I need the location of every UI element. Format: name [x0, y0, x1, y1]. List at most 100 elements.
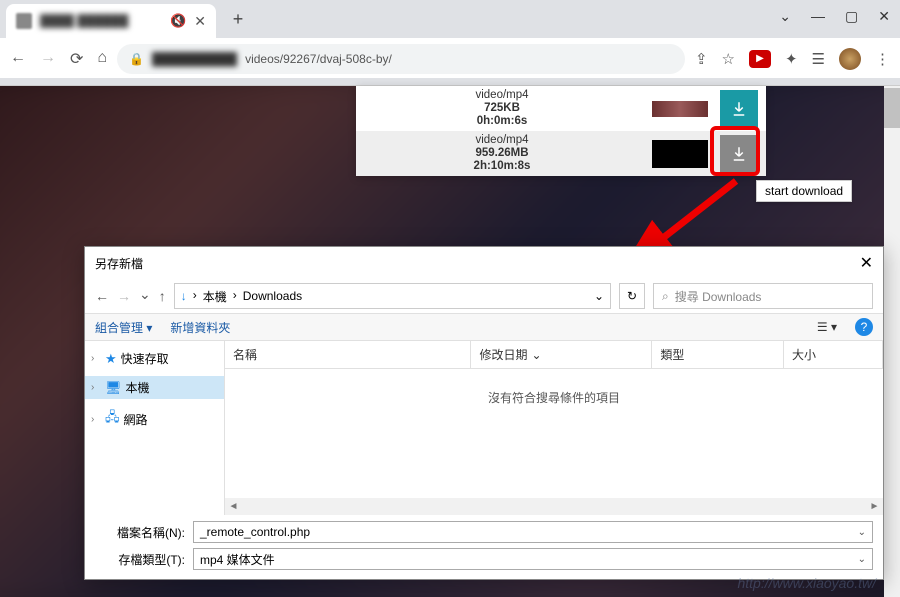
download-mime: video/mp4 — [364, 89, 640, 102]
download-popup: video/mp4 725KB 0h:0m:6s video/mp4 959.2… — [356, 86, 766, 176]
maximize-icon[interactable]: ▢ — [845, 8, 858, 25]
path-input[interactable]: ↓ › 本機 › Downloads ⌄ — [174, 283, 611, 309]
search-placeholder: 搜尋 Downloads — [675, 288, 762, 305]
expand-icon[interactable]: › — [91, 382, 101, 393]
search-input[interactable]: ⌕ 搜尋 Downloads — [653, 283, 873, 309]
nav-buttons: ← → ⟳ ⌂ — [10, 49, 107, 69]
download-size: 725KB — [364, 102, 640, 115]
download-button[interactable] — [720, 90, 758, 128]
filetype-row: 存檔類型(T): mp4 媒体文件 ⌄ — [95, 548, 873, 570]
page-scrollbar[interactable] — [884, 86, 900, 597]
download-mime: video/mp4 — [364, 134, 640, 147]
close-window-icon[interactable]: ✕ — [878, 8, 890, 25]
extensions-icon[interactable]: ✦ — [785, 50, 798, 68]
url-path: videos/92267/dvaj-508c-by/ — [245, 52, 392, 66]
col-size[interactable]: 大小 — [784, 341, 883, 368]
network-icon: 🖧 — [105, 408, 120, 430]
refresh-button[interactable]: ↻ — [619, 283, 645, 309]
download-icon — [730, 100, 748, 118]
url-domain: ██████████ — [152, 52, 237, 66]
dialog-toolbar: 組合管理 ▾ 新增資料夾 ☰ ▾ ? — [85, 313, 883, 341]
pc-icon: 🖥 — [105, 380, 122, 396]
folder-tree: › ★ 快速存取 › 🖥 本機 › 🖧 網路 — [85, 341, 225, 515]
organize-menu[interactable]: 組合管理 ▾ — [95, 319, 152, 336]
up-icon[interactable]: ↑ — [159, 288, 166, 305]
reload-icon[interactable]: ⟳ — [70, 49, 83, 69]
dialog-nav: ← → ⌄ ↑ ↓ › 本機 › Downloads ⌄ ↻ ⌕ 搜尋 Down… — [85, 279, 883, 313]
close-tab-icon[interactable]: ✕ — [194, 13, 206, 30]
menu-icon[interactable]: ⋮ — [875, 50, 890, 68]
download-info: video/mp4 959.26MB 2h:10m:8s — [364, 134, 640, 174]
tree-this-pc[interactable]: › 🖥 本機 — [85, 376, 224, 399]
pc-icon: ↓ — [181, 289, 187, 303]
download-icon — [730, 145, 748, 163]
col-type[interactable]: 類型 — [652, 341, 784, 368]
filename-label: 檔案名稱(N): — [95, 524, 185, 541]
new-tab-button[interactable]: + — [224, 5, 252, 33]
dialog-fields: 檔案名稱(N): _remote_control.php ⌄ 存檔類型(T): … — [85, 515, 883, 579]
sort-desc-icon: ⌄ — [531, 348, 541, 362]
view-options-icon[interactable]: ☰ ▾ — [817, 320, 837, 334]
scroll-left-icon[interactable]: ◄ — [225, 501, 242, 512]
empty-message: 沒有符合搜尋條件的項目 — [225, 369, 883, 498]
path-root: 本機 — [203, 288, 227, 305]
minimize-icon[interactable]: — — [811, 8, 825, 25]
tab-bar: ████ ██████ 🔇 ✕ + — [0, 0, 900, 38]
download-thumbnail — [652, 140, 708, 168]
tree-label: 網路 — [124, 411, 148, 428]
tree-quick-access[interactable]: › ★ 快速存取 — [85, 347, 224, 370]
avatar-icon[interactable] — [839, 48, 861, 70]
filetype-value: mp4 媒体文件 — [200, 551, 275, 568]
extension-youtube-icon[interactable]: ▶ — [749, 50, 771, 68]
scroll-right-icon[interactable]: ► — [866, 501, 883, 512]
dropdown-icon[interactable]: ⌄ — [858, 527, 866, 538]
filetype-select[interactable]: mp4 媒体文件 ⌄ — [193, 548, 873, 570]
list-header: 名稱 修改日期⌄ 類型 大小 — [225, 341, 883, 369]
dialog-titlebar: 另存新檔 ✕ — [85, 247, 883, 279]
col-name[interactable]: 名稱 — [225, 341, 471, 368]
favicon-icon — [16, 13, 32, 29]
back-icon[interactable]: ← — [95, 288, 109, 305]
path-folder: Downloads — [243, 289, 302, 303]
home-icon[interactable]: ⌂ — [97, 49, 107, 69]
help-icon[interactable]: ? — [855, 318, 873, 336]
chevron-right-icon: › — [233, 288, 237, 302]
download-button[interactable] — [720, 135, 758, 173]
tree-network[interactable]: › 🖧 網路 — [85, 405, 224, 433]
chevron-down-icon[interactable]: ⌄ — [779, 8, 791, 25]
path-dropdown-icon[interactable]: ⌄ — [594, 289, 604, 303]
chevron-right-icon: › — [193, 288, 197, 302]
share-icon[interactable]: ⇪ — [695, 50, 708, 68]
dropdown-icon[interactable]: ⌄ — [858, 554, 866, 565]
lock-icon: 🔒 — [129, 52, 144, 66]
download-item[interactable]: video/mp4 959.26MB 2h:10m:8s — [356, 131, 766, 176]
filetype-label: 存檔類型(T): — [95, 551, 185, 568]
url-input[interactable]: 🔒 ██████████ videos/92267/dvaj-508c-by/ — [117, 44, 685, 74]
file-list: 名稱 修改日期⌄ 類型 大小 沒有符合搜尋條件的項目 ◄ ► — [225, 341, 883, 515]
download-size: 959.26MB — [364, 147, 640, 160]
download-duration: 2h:10m:8s — [364, 160, 640, 173]
dialog-title: 另存新檔 — [95, 255, 143, 272]
save-as-dialog: 另存新檔 ✕ ← → ⌄ ↑ ↓ › 本機 › Downloads ⌄ ↻ ⌕ … — [84, 246, 884, 580]
tree-label: 本機 — [126, 379, 150, 396]
col-date[interactable]: 修改日期⌄ — [471, 341, 652, 368]
back-icon[interactable]: ← — [10, 49, 26, 69]
horizontal-scrollbar[interactable]: ◄ ► — [225, 498, 883, 515]
browser-tab[interactable]: ████ ██████ 🔇 ✕ — [6, 4, 216, 38]
tab-title: ████ ██████ — [40, 14, 162, 28]
window-controls: ⌄ — ▢ ✕ — [779, 8, 890, 25]
reading-list-icon[interactable]: ☰ — [812, 50, 825, 68]
expand-icon[interactable]: › — [91, 414, 101, 425]
speaker-muted-icon[interactable]: 🔇 — [170, 13, 186, 29]
star-icon: ★ — [105, 351, 117, 367]
filename-input[interactable]: _remote_control.php ⌄ — [193, 521, 873, 543]
close-dialog-icon[interactable]: ✕ — [860, 253, 873, 273]
recent-icon[interactable]: ⌄ — [139, 286, 151, 303]
new-folder-button[interactable]: 新增資料夾 — [170, 319, 230, 336]
filename-row: 檔案名稱(N): _remote_control.php ⌄ — [95, 521, 873, 543]
bookmark-icon[interactable]: ☆ — [722, 50, 735, 68]
expand-icon[interactable]: › — [91, 353, 101, 364]
filename-value: _remote_control.php — [200, 525, 310, 539]
download-item[interactable]: video/mp4 725KB 0h:0m:6s — [356, 86, 766, 131]
tooltip: start download — [756, 180, 852, 202]
